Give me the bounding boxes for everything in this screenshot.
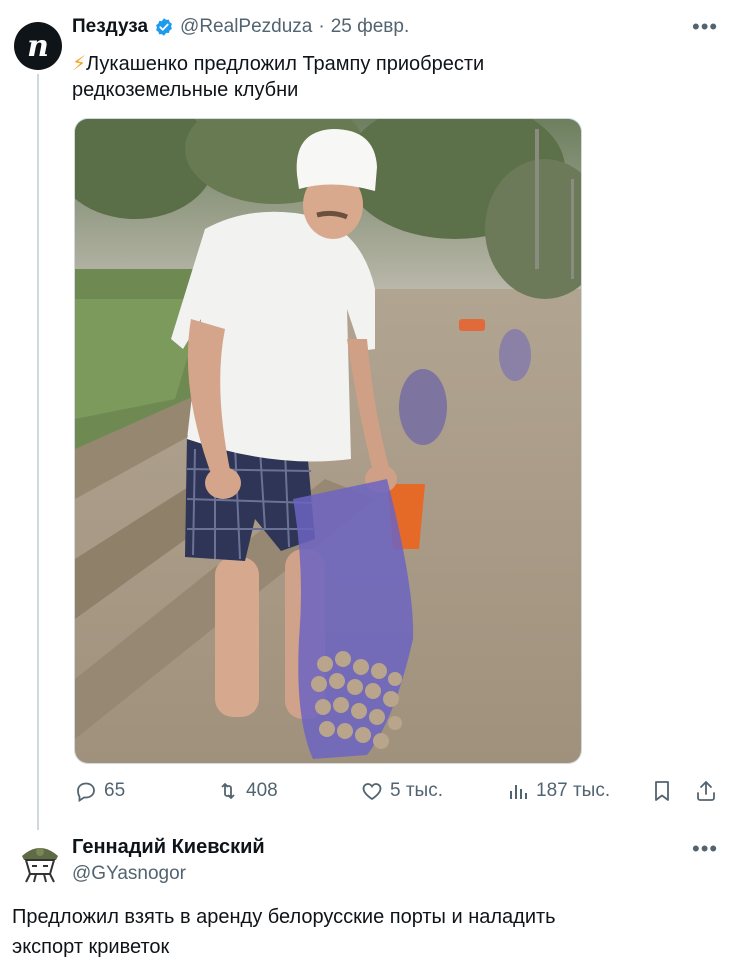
handle[interactable]: @RealPezduza [180,16,312,38]
analytics-icon [510,785,527,799]
heart-icon [362,783,382,801]
reply-text-line-1: Предложил взять в аренду белорусские пор… [12,906,556,928]
bookmark-button[interactable] [650,776,674,806]
repost-icon [221,783,235,799]
like-count: 5 тыс. [390,780,443,801]
reply-button[interactable]: 65 [74,776,125,806]
reply-icon [77,782,95,803]
tweet-text-line-1: ⚡Лукашенко предложил Трампу приобрести [72,51,484,77]
more-horizontal-icon[interactable]: ••• [692,836,718,862]
handle[interactable]: @GYasnogor [72,863,265,885]
thread-line [37,74,39,830]
separator: · [318,16,325,37]
avatar[interactable] [16,836,64,884]
reply-count: 65 [104,780,126,801]
display-name[interactable]: Геннадий Киевский [72,836,265,859]
more-horizontal-icon[interactable]: ••• [692,14,718,40]
lightning-icon: ⚡ [72,53,87,75]
views-count: 187 тыс. [536,780,611,801]
like-button[interactable]: 5 тыс. [360,776,443,806]
display-name[interactable]: Пездуза [72,16,148,38]
photo-illustration [75,119,581,763]
timestamp[interactable]: 25 февр. [331,16,410,38]
bookmark-icon [655,781,669,801]
tweet-header: Пездуза @RealPezduza · 25 февр. [72,16,409,38]
share-button[interactable] [694,776,718,806]
avatar[interactable]: п [14,22,62,70]
repost-count: 408 [246,780,278,801]
share-icon [697,781,715,801]
views-button[interactable]: 187 тыс. [506,776,610,806]
repost-button[interactable]: 408 [216,776,278,806]
tweet-photo[interactable] [74,118,582,764]
tweet-text-line-2: редкоземельные клубни [72,79,299,101]
reply-text-line-2: экспорт криветок [12,936,170,958]
avatar-letter: п [27,28,49,64]
tweet-header: Геннадий Киевский @GYasnogor [72,836,265,885]
verified-badge-icon [156,18,172,36]
reply-text: Предложил взять в аренду белорусские пор… [12,902,712,962]
tweet-text: Лукашенко предложил Трампу приобрести [86,53,485,75]
